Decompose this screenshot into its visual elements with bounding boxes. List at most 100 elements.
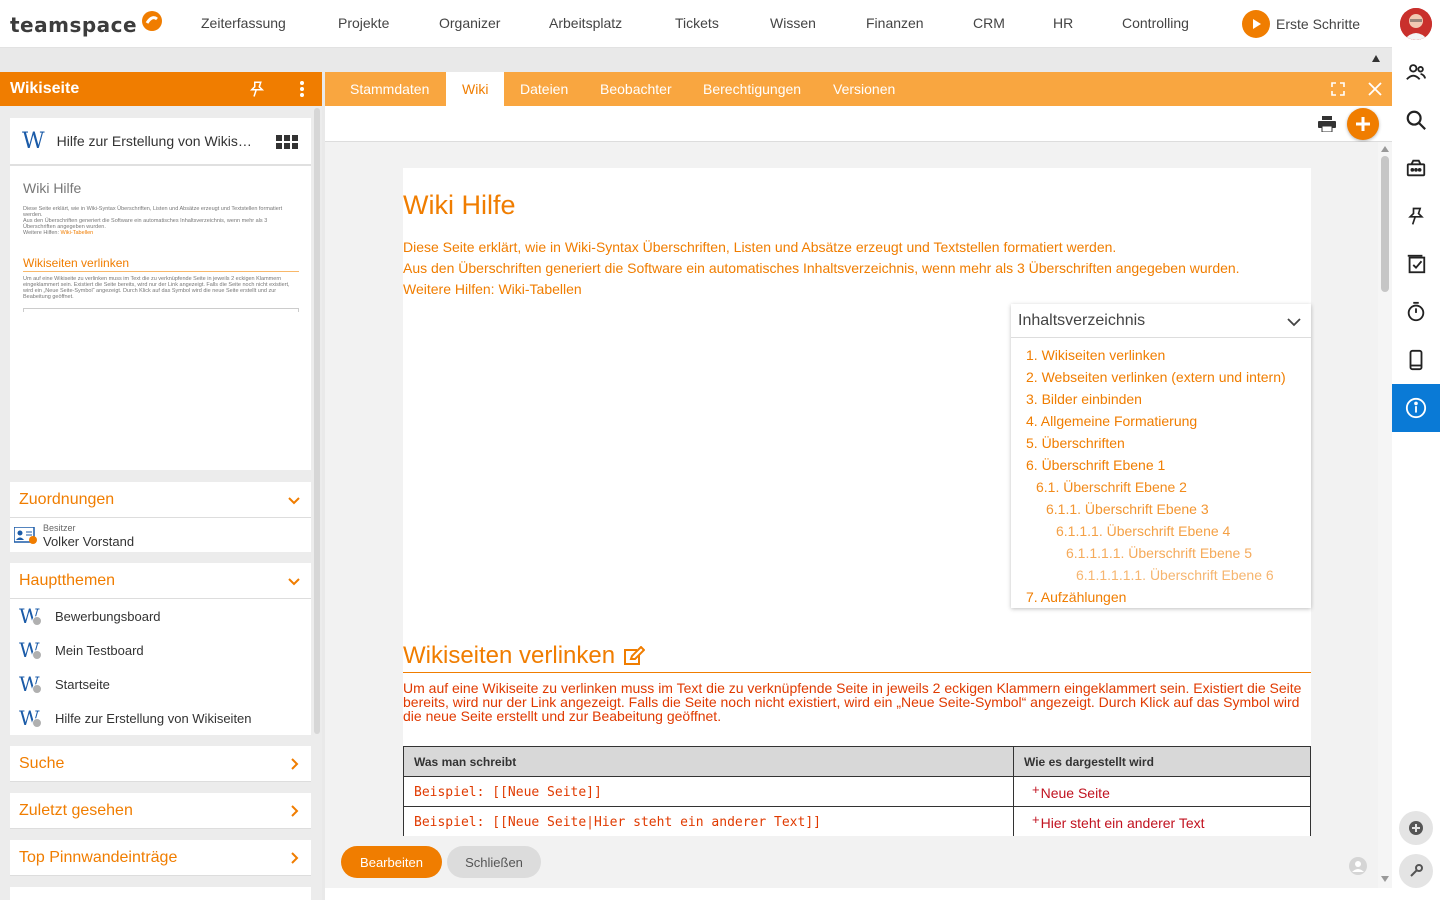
edit-icon[interactable]	[623, 646, 646, 666]
topic-mein-testboard[interactable]: W Mein Testboard	[10, 633, 311, 667]
scrollbar-thumb[interactable]	[1381, 156, 1389, 292]
tab-beobachter[interactable]: Beobachter	[584, 72, 688, 106]
toc-item[interactable]: 3. Bilder einbinden	[1026, 391, 1142, 407]
topic-hilfe-wikiseiten[interactable]: W Hilfe zur Erstellung von Wikiseiten	[10, 701, 311, 735]
add-button[interactable]	[1347, 108, 1379, 140]
tab-berechtigungen[interactable]: Berechtigungen	[687, 72, 817, 106]
pin-icon[interactable]	[1392, 192, 1440, 240]
nav-wissen[interactable]: Wissen	[770, 15, 816, 31]
print-icon[interactable]	[1318, 116, 1336, 132]
new-page-link: Hier steht ein anderer Text	[1040, 815, 1205, 831]
tab-dateien[interactable]: Dateien	[504, 72, 584, 106]
nav-projekte[interactable]: Projekte	[338, 15, 389, 31]
page-preview-card[interactable]: W Hilfe zur Erstellung von Wikiseiten Wi…	[10, 118, 311, 470]
owner-row[interactable]: Besitzer Volker Vorstand	[10, 518, 311, 552]
next-section-header[interactable]	[10, 887, 311, 900]
toc-item[interactable]: 6. Überschrift Ebene 1	[1026, 457, 1165, 473]
table-header: Wie es dargestellt wird	[1013, 746, 1311, 777]
people-icon[interactable]	[1392, 48, 1440, 96]
wrench-icon[interactable]	[1399, 854, 1433, 888]
nav-controlling[interactable]: Controlling	[1122, 15, 1189, 31]
add-circle-icon[interactable]	[1399, 811, 1433, 845]
scroll-up-arrow-icon[interactable]	[1372, 55, 1380, 62]
nav-organizer[interactable]: Organizer	[439, 15, 500, 31]
edit-button[interactable]: Bearbeiten	[341, 846, 442, 878]
toc-item[interactable]: 2. Webseiten verlinken (extern und inter…	[1026, 369, 1286, 385]
preview-subtext: Um auf eine Wikiseite zu verlinken muss …	[23, 276, 290, 300]
hauptthemen-title: Hauptthemen	[19, 571, 116, 589]
tab-versionen[interactable]: Versionen	[817, 72, 911, 106]
close-icon[interactable]	[1367, 81, 1383, 97]
toc-header[interactable]: Inhaltsverzeichnis	[1011, 304, 1311, 338]
tasks-icon[interactable]	[1392, 240, 1440, 288]
toc-item[interactable]: 6.1.1. Überschrift Ebene 3	[1046, 501, 1209, 517]
inbox-icon[interactable]	[1392, 144, 1440, 192]
grid-icon[interactable]	[276, 135, 298, 149]
topic-startseite[interactable]: W Startseite	[10, 667, 311, 701]
toc-item[interactable]: 1. Wikiseiten verlinken	[1026, 347, 1165, 363]
user-avatar[interactable]	[1400, 8, 1432, 40]
zuletzt-title: Zuletzt gesehen	[19, 801, 133, 819]
bottom-strip	[325, 888, 1392, 900]
topic-bewerbungsboard[interactable]: W Bewerbungsboard	[10, 599, 311, 633]
syntax-table: Was man schreibt Wie es dargestellt wird…	[403, 746, 1311, 836]
toc-item[interactable]: 6.1.1.1.1. Überschrift Ebene 5	[1066, 545, 1252, 561]
wiki-logo: W	[22, 128, 45, 154]
erste-schritte-label: Erste Schritte	[1276, 16, 1361, 32]
toc-item[interactable]: 6.1.1.1. Überschrift Ebene 4	[1056, 523, 1230, 539]
new-page-link: Neue Seite	[1040, 785, 1110, 801]
page-title: Wiki Hilfe	[403, 190, 516, 220]
pin-icon[interactable]	[248, 80, 266, 98]
nav-zeiterfassung[interactable]: Zeiterfassung	[201, 15, 286, 31]
fullscreen-icon[interactable]	[1330, 81, 1346, 97]
tab-bar: Stammdaten Wiki Dateien Beobachter Berec…	[325, 72, 1392, 106]
wiki-page-icon: W	[19, 604, 43, 628]
info-icon[interactable]	[1392, 384, 1440, 432]
scroll-up-icon[interactable]	[1381, 146, 1389, 152]
chevron-down-icon[interactable]	[1287, 315, 1301, 329]
zuordnungen-header[interactable]: Zuordnungen	[10, 482, 311, 518]
table-header: Was man schreibt	[403, 746, 1014, 777]
tab-stammdaten[interactable]: Stammdaten	[334, 72, 445, 106]
teamspace-logo[interactable]: teamspace	[10, 10, 164, 40]
section-heading: Wikiseiten verlinken	[403, 642, 646, 670]
search-icon[interactable]	[1392, 96, 1440, 144]
scroll-down-icon[interactable]	[1381, 876, 1389, 882]
intro-line-2: Aus den Überschriften generiert die Soft…	[403, 260, 1240, 276]
zuletzt-gesehen-header[interactable]: Zuletzt gesehen	[10, 793, 311, 829]
nav-hr[interactable]: HR	[1053, 15, 1073, 31]
mobile-icon[interactable]	[1392, 336, 1440, 384]
preview-text-3: Weitere Hilfen: Wiki-Tabellen	[23, 230, 94, 236]
nav-tickets[interactable]: Tickets	[675, 15, 719, 31]
section-title: Wikiseiten verlinken	[403, 642, 616, 669]
intro-line-3-link[interactable]: Weitere Hilfen: Wiki-Tabellen	[403, 281, 582, 297]
close-button[interactable]: Schließen	[447, 846, 541, 878]
toc-item[interactable]: 6.1.1.1.1.1. Überschrift Ebene 6	[1076, 567, 1274, 583]
timer-icon[interactable]	[1392, 288, 1440, 336]
section-divider	[403, 672, 1311, 673]
nav-arbeitsplatz[interactable]: Arbeitsplatz	[549, 15, 622, 31]
wiki-page-icon: W	[19, 706, 43, 730]
hauptthemen-header[interactable]: Hauptthemen	[10, 563, 311, 599]
toc-item[interactable]: 7. Aufzählungen	[1026, 589, 1126, 605]
user-placeholder-icon	[1349, 857, 1367, 875]
logo-mark-icon	[140, 9, 164, 33]
suche-header[interactable]: Suche	[10, 746, 311, 782]
wiki-page: Wiki Hilfe Diese Seite erklärt, wie in W…	[403, 168, 1311, 836]
erste-schritte-button[interactable]: Erste Schritte	[1242, 10, 1360, 38]
content-scrollbar[interactable]	[1378, 142, 1392, 888]
table-cell[interactable]: +Neue Seite	[1013, 776, 1311, 807]
preview-header: W Hilfe zur Erstellung von Wikiseiten	[10, 118, 311, 166]
left-panel-scrollbar[interactable]	[314, 108, 320, 734]
nav-finanzen[interactable]: Finanzen	[866, 15, 924, 31]
tab-wiki[interactable]: Wiki	[446, 72, 505, 106]
table-cell[interactable]: +Hier steht ein anderer Text	[1013, 806, 1311, 836]
top-pinnwand-header[interactable]: Top Pinnwandeinträge	[10, 840, 311, 876]
logo-text: teamspace	[10, 13, 138, 37]
zuordnungen-title: Zuordnungen	[19, 490, 115, 508]
nav-crm[interactable]: CRM	[973, 15, 1005, 31]
more-vertical-icon[interactable]	[294, 80, 310, 98]
toc-item[interactable]: 6.1. Überschrift Ebene 2	[1036, 479, 1187, 495]
toc-item[interactable]: 5. Überschriften	[1026, 435, 1125, 451]
toc-item[interactable]: 4. Allgemeine Formatierung	[1026, 413, 1197, 429]
